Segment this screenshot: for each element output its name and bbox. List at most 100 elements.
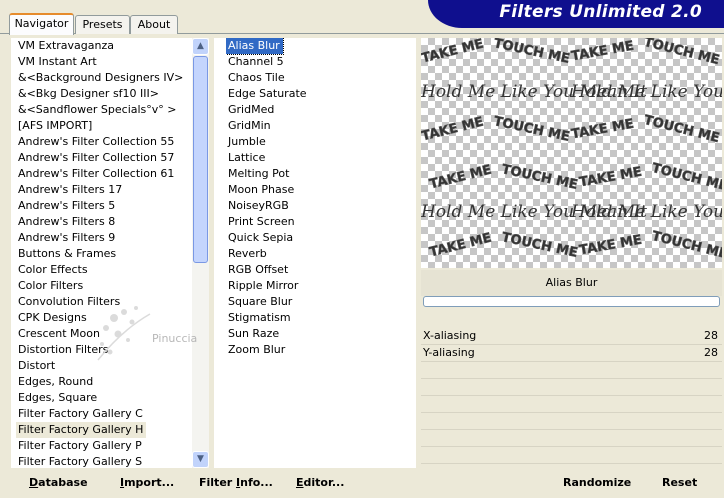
category-list-item[interactable]: Edges, Round [16, 374, 96, 390]
filter-list-item[interactable]: Edge Saturate [226, 86, 310, 102]
category-list-item[interactable]: Distort [16, 358, 58, 374]
tab-label: About [137, 18, 171, 31]
button-label: ditor... [303, 476, 345, 489]
param-row-x-aliasing[interactable]: X-aliasing 28 [421, 328, 722, 345]
preview-script: Hold Me Like You Mean It [571, 202, 722, 222]
filter-list-item[interactable]: Print Screen [226, 214, 298, 230]
param-label: X-aliasing [423, 329, 477, 342]
param-row-empty [421, 379, 722, 396]
tab-presets[interactable]: Presets [75, 15, 130, 34]
editor-button[interactable]: Editor... [296, 476, 344, 489]
filter-list-item[interactable]: GridMin [226, 118, 274, 134]
preview-word: TOUCH ME [642, 38, 721, 69]
watermark-text: Pinuccia [152, 332, 197, 345]
pinuccia-watermark: Pinuccia [97, 306, 197, 361]
category-list-item[interactable]: CPK Designs [16, 310, 90, 326]
category-list-item[interactable]: &<Bkg Designer sf10 III> [16, 86, 162, 102]
tab-navigator[interactable]: Navigator [9, 13, 74, 35]
filter-list-item[interactable]: Stigmatism [226, 310, 294, 326]
mnemonic: E [296, 476, 304, 489]
preview-word: TAKE ME [421, 114, 486, 145]
filter-list-item[interactable]: Sun Raze [226, 326, 282, 342]
button-label: nfo... [240, 476, 273, 489]
tab-label: Navigator [14, 17, 69, 30]
filter-list-item[interactable]: Zoom Blur [226, 342, 288, 358]
category-list-item[interactable]: Filter Factory Gallery P [16, 438, 145, 454]
database-button[interactable]: Database [29, 476, 88, 489]
preview-word: TOUCH ME [492, 114, 571, 145]
preview-word: TOUCH ME [650, 160, 722, 195]
category-list-item[interactable]: Edges, Square [16, 390, 100, 406]
category-list-item[interactable]: Andrew's Filters 8 [16, 214, 118, 230]
reset-button[interactable]: Reset [662, 476, 697, 489]
preview-word: TAKE ME [570, 116, 636, 143]
preview-word: TAKE ME [421, 38, 486, 67]
randomize-button[interactable]: Randomize [563, 476, 631, 489]
category-list-item[interactable]: &<Sandflower Specials°v° > [16, 102, 180, 118]
category-list-item[interactable]: Filter Factory Gallery C [16, 406, 146, 422]
category-list-item[interactable]: Crescent Moon [16, 326, 103, 342]
header-banner: Filters Unlimited 2.0 [428, 0, 724, 28]
category-list[interactable]: VM Extravaganza VM Instant Art &<Backgroun… [16, 38, 192, 468]
mnemonic: D [29, 476, 39, 489]
category-list-item[interactable]: Filter Factory Gallery H [16, 422, 147, 438]
preview-word: TAKE ME [578, 164, 644, 191]
category-list-item[interactable]: Buttons & Frames [16, 246, 119, 262]
app-title: Filters Unlimited 2.0 [499, 2, 702, 22]
category-list-item[interactable]: &<Background Designers IV> [16, 70, 186, 86]
current-filter-name: Alias Blur [421, 270, 722, 296]
preview-word: TAKE ME [570, 38, 636, 65]
progress-bar [423, 296, 720, 307]
category-list-item[interactable]: Andrew's Filter Collection 61 [16, 166, 177, 182]
param-row-empty [421, 447, 722, 464]
category-list-item[interactable]: VM Extravaganza [16, 38, 117, 54]
import-button[interactable]: Import... [120, 476, 174, 489]
filter-list-item[interactable]: Channel 5 [226, 54, 287, 70]
param-row-empty [421, 413, 722, 430]
chevron-down-icon: ▼ [197, 454, 204, 464]
category-list-item[interactable]: Andrew's Filters 9 [16, 230, 118, 246]
category-list-item[interactable]: [AFS IMPORT] [16, 118, 95, 134]
filter-list-item[interactable]: RGB Offset [226, 262, 291, 278]
preview-word: TOUCH ME [500, 230, 579, 261]
filter-list-item[interactable]: Lattice [226, 150, 268, 166]
filter-list-item[interactable]: Jumble [226, 134, 269, 150]
filter-list-item[interactable]: Chaos Tile [226, 70, 288, 86]
filter-list-item[interactable]: GridMed [226, 102, 277, 118]
filter-list-item[interactable]: Square Blur [226, 294, 295, 310]
param-row-y-aliasing[interactable]: Y-aliasing 28 [421, 345, 722, 362]
category-list-item[interactable]: Color Filters [16, 278, 86, 294]
scroll-thumb[interactable] [193, 56, 208, 263]
category-scrollbar[interactable]: ▲ ▼ [192, 38, 209, 468]
preview-canvas: TAKE ME TOUCH ME TAKE ME TOUCH ME Hold Me Li… [421, 38, 722, 268]
filter-list-item[interactable]: NoiseyRGB [226, 198, 292, 214]
filter-list-item[interactable]: Ripple Mirror [226, 278, 301, 294]
tab-about[interactable]: About [130, 15, 178, 34]
preview-script: Hold Me Like You Mean It [571, 82, 722, 102]
category-list-item[interactable]: VM Instant Art [16, 54, 100, 70]
preview-word: TOUCH ME [500, 162, 579, 193]
param-row-empty [421, 430, 722, 447]
category-list-item[interactable]: Filter Factory Gallery S [16, 454, 145, 468]
category-list-item[interactable]: Andrew's Filter Collection 57 [16, 150, 177, 166]
param-row-empty [421, 396, 722, 413]
category-list-item[interactable]: Andrew's Filters 17 [16, 182, 125, 198]
filter-list-item[interactable]: Reverb [226, 246, 270, 262]
button-label: atabase [38, 476, 88, 489]
category-list-item[interactable]: Color Effects [16, 262, 91, 278]
filter-list-item[interactable]: Alias Blur [226, 38, 284, 55]
tab-label: Presets [82, 18, 123, 31]
filter-info-button[interactable]: Filter Info... [199, 476, 273, 489]
filter-list-item[interactable]: Quick Sepia [226, 230, 296, 246]
preview-word: TAKE ME [428, 230, 494, 261]
filter-list-item[interactable]: Moon Phase [226, 182, 297, 198]
param-row-empty [421, 362, 722, 379]
category-list-item[interactable]: Andrew's Filter Collection 55 [16, 134, 177, 150]
param-value: 28 [704, 329, 718, 342]
filter-list[interactable]: Alias Blur Channel 5 Chaos Tile Edge Satura… [226, 38, 414, 468]
button-label: mport... [124, 476, 175, 489]
filter-list-item[interactable]: Melting Pot [226, 166, 292, 182]
category-list-item[interactable]: Andrew's Filters 5 [16, 198, 118, 214]
scroll-down-button[interactable]: ▼ [192, 451, 209, 468]
scroll-up-button[interactable]: ▲ [192, 38, 209, 55]
